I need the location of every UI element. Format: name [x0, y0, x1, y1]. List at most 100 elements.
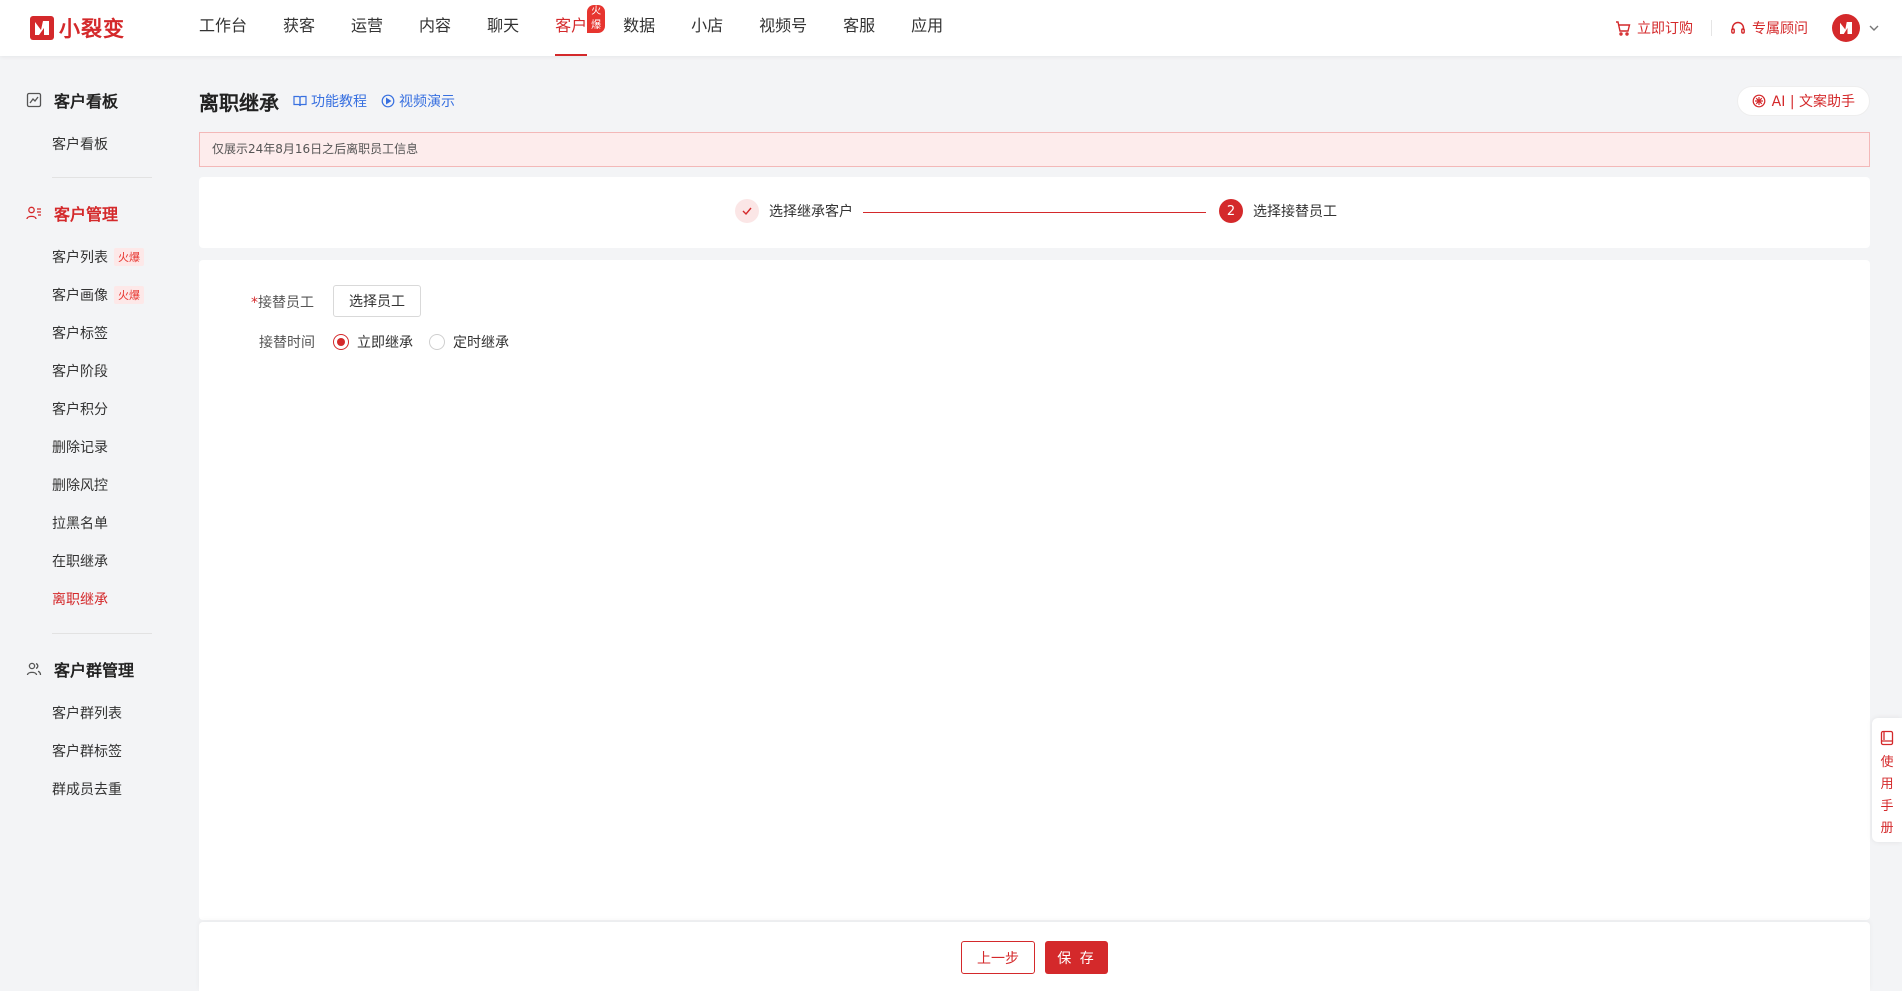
ai-spark-icon [1752, 94, 1766, 108]
sidebar-item-label: 客户列表 [52, 250, 108, 266]
sidebar-item-onjob-inherit[interactable]: 在职继承 [52, 551, 108, 571]
order-now-label: 立即订购 [1637, 21, 1693, 37]
required-mark: * [251, 295, 258, 311]
consultant-link[interactable]: 专属顾问 [1730, 18, 1808, 38]
video-demo-label: 视频演示 [399, 94, 455, 110]
nav-item-acquire[interactable]: 获客 [283, 0, 315, 56]
hot-badge: 火爆 [114, 248, 144, 266]
radio-scheduled-inherit[interactable]: 定时继承 [429, 332, 509, 352]
step-select-staff: 2 选择接替员工 [1219, 199, 1337, 223]
select-staff-button[interactable]: 选择员工 [333, 285, 421, 317]
hot-badge: 火爆 [587, 5, 606, 33]
nav-item-chat[interactable]: 聊天 [487, 0, 519, 56]
sidebar-group-customer-groups[interactable]: 客户群管理 [26, 657, 134, 681]
order-now-link[interactable]: 立即订购 [1615, 18, 1693, 38]
sidebar-item-delete-risk-control[interactable]: 删除风控 [52, 475, 108, 495]
avatar[interactable] [1832, 14, 1860, 42]
sidebar-group-dashboard[interactable]: 客户看板 [26, 88, 118, 112]
page-header: 离职继承 功能教程 视频演示 [199, 86, 469, 116]
avatar-logo-icon [1840, 22, 1852, 34]
sidebar-item-customer-profile[interactable]: 客户画像 火爆 [52, 285, 144, 305]
sidebar-item-member-dedup[interactable]: 群成员去重 [52, 779, 122, 799]
brand-logo[interactable]: 小裂变 [30, 13, 125, 43]
sidebar-item-label: 群成员去重 [52, 782, 122, 798]
nav-label: 数据 [623, 16, 656, 35]
sidebar-item-label: 客户看板 [52, 137, 108, 153]
step-number: 2 [1219, 199, 1243, 223]
radio-immediate-inherit[interactable]: 立即继承 [333, 332, 413, 352]
nav-label: 获客 [283, 16, 316, 35]
ai-copywriting-button[interactable]: AI | 文案助手 [1736, 86, 1870, 116]
logo-mark-icon [30, 16, 54, 40]
sidebar-item-customer-dashboard[interactable]: 客户看板 [52, 134, 108, 154]
nav-item-data[interactable]: 数据 [623, 0, 655, 56]
radio-label: 定时继承 [453, 335, 509, 351]
sidebar-item-label: 客户积分 [52, 402, 108, 418]
nav-label: 聊天 [487, 16, 520, 35]
user-manual-tab[interactable]: 使用手册 [1872, 718, 1902, 842]
radio-circle[interactable] [429, 334, 445, 350]
top-navigation-bar: 小裂变 工作台 获客 运营 内容 聊天 客户 火爆 数据 小店 视频号 客服 应… [0, 0, 1902, 56]
chart-board-icon [26, 92, 42, 108]
sidebar-item-group-list[interactable]: 客户群列表 [52, 703, 122, 723]
nav-label: 工作台 [199, 16, 248, 35]
nav-label: 运营 [351, 16, 384, 35]
nav-label: 小店 [691, 16, 724, 35]
sidebar-item-label: 删除记录 [52, 440, 108, 456]
sidebar-item-label: 在职继承 [52, 554, 108, 570]
headset-icon [1731, 21, 1745, 34]
sidebar-item-customer-tags[interactable]: 客户标签 [52, 323, 108, 343]
radio-label: 立即继承 [357, 335, 413, 351]
sidebar-item-group-tags[interactable]: 客户群标签 [52, 741, 122, 761]
tutorial-label: 功能教程 [311, 94, 367, 110]
brand-name: 小裂变 [59, 17, 125, 41]
replace-time-label: 接替时间 [259, 335, 315, 351]
nav-item-shop[interactable]: 小店 [691, 0, 723, 56]
nav-item-workbench[interactable]: 工作台 [199, 0, 247, 56]
prev-step-button[interactable]: 上一步 [961, 941, 1035, 974]
sidebar-item-label: 删除风控 [52, 478, 108, 494]
step-done-indicator [735, 199, 759, 223]
user-manual-label: 使用手册 [1880, 755, 1894, 836]
play-circle-icon [381, 94, 395, 108]
form-card: *接替员工 选择员工 接替时间 立即继承 定时继承 [199, 260, 1870, 920]
radio-circle[interactable] [333, 334, 349, 350]
ai-copywriting-label: AI | 文案助手 [1771, 94, 1855, 110]
book-icon [293, 95, 307, 107]
sidebar-item-label: 客户阶段 [52, 364, 108, 380]
sidebar-item-label: 客户标签 [52, 326, 108, 342]
steps-card: 选择继承客户 2 选择接替员工 [199, 177, 1870, 248]
footer-action-bar: 上一步 保 存 [199, 922, 1870, 991]
sidebar-item-customer-list[interactable]: 客户列表 火爆 [52, 247, 144, 267]
sidebar-item-label: 客户群列表 [52, 706, 122, 722]
sidebar-item-blacklist[interactable]: 拉黑名单 [52, 513, 108, 533]
nav-item-content[interactable]: 内容 [419, 0, 451, 56]
nav-item-service[interactable]: 客服 [843, 0, 875, 56]
sidebar-group-title: 客户看板 [54, 92, 119, 111]
save-button[interactable]: 保 存 [1045, 941, 1108, 974]
sidebar-item-customer-stage[interactable]: 客户阶段 [52, 361, 108, 381]
video-demo-link[interactable]: 视频演示 [381, 91, 455, 111]
divider [1711, 20, 1712, 36]
sidebar-item-delete-records[interactable]: 删除记录 [52, 437, 108, 457]
user-list-icon [26, 206, 41, 220]
sidebar-group-customer-management[interactable]: 客户管理 [26, 201, 118, 225]
sidebar-item-resigned-inherit[interactable]: 离职继承 [52, 589, 108, 609]
sidebar-item-label: 离职继承 [52, 592, 108, 608]
sidebar-item-label: 客户群标签 [52, 744, 122, 760]
nav-item-channels[interactable]: 视频号 [759, 0, 807, 56]
chevron-down-icon[interactable] [1868, 22, 1880, 34]
sidebar: 客户看板 客户看板 客户管理 客户列表 火爆 客户画像 火爆 客户标签 客户阶段 客… [0, 56, 175, 991]
page-title: 离职继承 [199, 90, 279, 115]
notice-banner: 仅展示24年8月16日之后离职员工信息 [199, 132, 1870, 167]
sidebar-item-customer-points[interactable]: 客户积分 [52, 399, 108, 419]
nav-item-customer[interactable]: 客户 火爆 [555, 0, 606, 56]
cart-icon [1616, 21, 1631, 36]
nav-item-apps[interactable]: 应用 [911, 0, 943, 56]
step-select-customers: 选择继承客户 [735, 199, 853, 223]
replace-staff-label-text: 接替员工 [258, 295, 314, 311]
tutorial-link[interactable]: 功能教程 [293, 91, 367, 111]
step-connector [863, 212, 1206, 213]
nav-label: 客服 [843, 16, 876, 35]
nav-item-operation[interactable]: 运营 [351, 0, 383, 56]
